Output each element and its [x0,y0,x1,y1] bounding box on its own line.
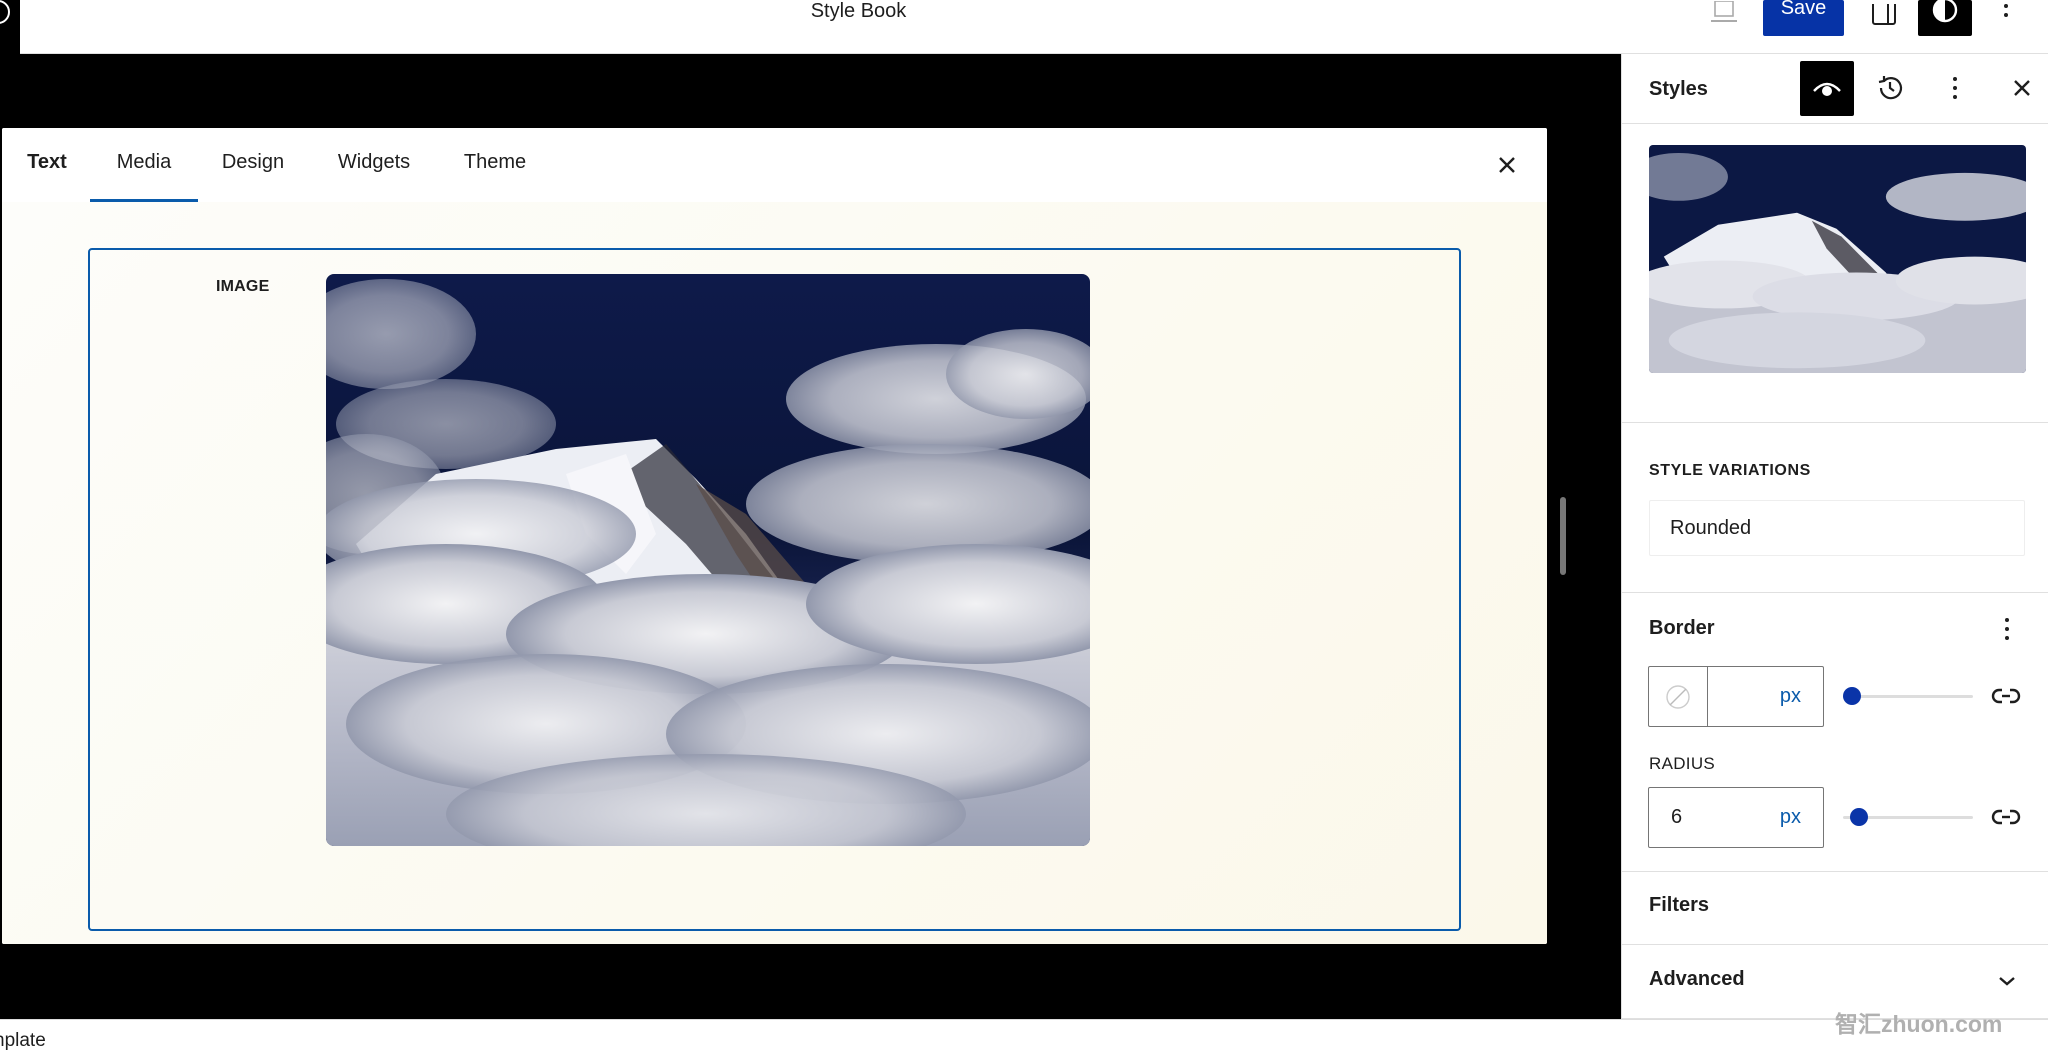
editor-top-bar: Style Book Save [0,0,2048,54]
border-radius-slider[interactable] [1843,805,1973,829]
half-circle-contrast-icon [1932,0,1958,23]
revisions-button[interactable] [1870,68,1910,108]
border-width-unit[interactable]: px [1780,685,1823,708]
editor-footer: nplate [0,1019,2048,1056]
tab-text[interactable]: Text [26,150,68,202]
slider-thumb[interactable] [1843,687,1861,705]
vertical-ellipsis-icon [2005,618,2009,640]
style-book-panel: Text Media Design Widgets Theme IMAGE [2,128,1547,944]
style-variations-label: STYLE VARIATIONS [1649,462,1811,479]
tab-media[interactable]: Media [90,150,198,202]
footer-breadcrumb[interactable]: nplate [0,1030,46,1052]
eye-icon [1813,82,1841,96]
style-variation-rounded[interactable]: Rounded [1649,500,2025,556]
close-sidebar-button[interactable] [2002,68,2042,108]
sidebar-title: Styles [1649,78,1708,100]
unlink-radius-button[interactable] [1986,802,2026,832]
style-book-toggle-button[interactable] [1800,61,1854,116]
filters-title: Filters [1649,894,1710,916]
tab-design[interactable]: Design [217,150,289,202]
save-button[interactable]: Save [1763,0,1844,36]
link-icon [1991,809,2021,825]
close-icon [1499,157,1515,173]
device-preview-button[interactable] [1706,0,1742,26]
border-width-slider[interactable] [1843,684,1973,708]
history-icon [1878,76,1903,100]
sidebar-icon [1872,4,1896,25]
border-radius-input[interactable]: 6 px [1648,787,1824,848]
advanced-title: Advanced [1649,968,1745,990]
chevron-down-icon [1992,966,2022,996]
laptop-icon [1711,1,1737,22]
divider [1622,592,2048,593]
tab-theme[interactable]: Theme [461,150,529,202]
styles-sidebar: Styles STYLE VARIATIONS Rounded Border p… [1621,54,2048,1019]
border-color-picker[interactable] [1649,667,1708,726]
canvas-scrollbar[interactable] [1560,497,1566,575]
settings-sidebar-toggle[interactable] [1866,0,1902,30]
tab-widgets[interactable]: Widgets [332,150,416,202]
sidebar-more-options-button[interactable] [1940,68,1970,108]
border-width-input[interactable]: px [1648,666,1824,727]
options-menu-button[interactable] [1990,0,2022,30]
editor-canvas: Text Media Design Widgets Theme IMAGE [0,54,1621,1019]
mountain-clouds-image [326,274,1090,846]
radius-unit[interactable]: px [1780,806,1823,829]
style-preview-image[interactable] [1649,145,2026,373]
slider-thumb[interactable] [1849,808,1868,826]
image-example-block[interactable]: IMAGE [88,248,1461,931]
border-panel-title: Border [1649,617,1715,639]
divider [1622,422,2048,423]
vertical-ellipsis-icon [1953,77,1957,99]
filters-panel-toggle[interactable]: Filters [1622,872,2048,944]
close-style-book-button[interactable] [1492,150,1522,180]
radius-value[interactable]: 6 [1649,806,1780,829]
example-image[interactable] [326,274,1090,846]
example-label: IMAGE [216,278,270,295]
style-book-content: IMAGE [2,202,1547,944]
styles-button[interactable] [1918,0,1972,36]
vertical-ellipsis-icon [2004,4,2008,17]
watermark: 智汇zhuon.com [1835,1011,2003,1037]
mountain-clouds-thumbnail [1649,145,2026,373]
close-icon [2014,80,2030,96]
style-book-tabs: Text Media Design Widgets Theme [2,128,1547,202]
slider-track [1843,695,1973,698]
unlink-sides-button[interactable] [1986,681,2026,711]
link-icon [1991,688,2021,704]
radius-label: RADIUS [1649,754,1716,773]
sidebar-header: Styles [1622,54,2048,124]
no-color-icon [1666,684,1690,709]
border-options-button[interactable] [1992,614,2022,644]
document-title[interactable]: Style Book [0,0,1717,22]
